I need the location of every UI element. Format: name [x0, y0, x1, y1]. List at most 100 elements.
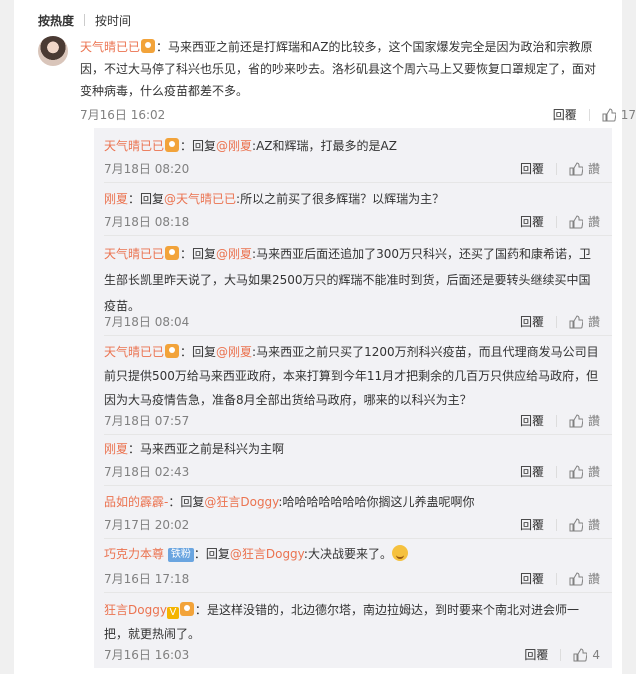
action-divider — [555, 414, 557, 427]
reply-prefix: ： — [194, 603, 207, 617]
reply-prefix: ：回复 — [128, 192, 165, 206]
reply-date: 7月16日 16:03 — [104, 648, 190, 662]
fan-badge-icon — [141, 39, 156, 53]
reply-author[interactable]: 天气晴已已 — [104, 345, 164, 359]
reply-button[interactable]: 回覆 — [520, 160, 544, 177]
reply-text: 狂言Doggy V ：是这样没错的，北边德尔塔，南边拉姆达，到时要来个南北对进会师一… — [104, 598, 600, 646]
sort-separator — [84, 14, 86, 26]
like-label: 讚 — [587, 518, 600, 532]
reply-item: 狂言Doggy V ：是这样没错的，北边德尔塔，南边拉姆达，到时要来个南北对进会师一… — [104, 598, 604, 662]
sort-by-time[interactable]: 按时间 — [95, 12, 131, 29]
like-button[interactable]: 讚 — [569, 213, 600, 230]
reply-divider — [104, 335, 612, 336]
reply-actions: 回覆 4 — [524, 646, 600, 663]
reply-list: 天气晴已已 ：回复@刚夏:AZ和辉瑞，打最多的是AZ 7月18日 08:20 回覆… — [94, 128, 612, 668]
reply-date: 7月18日 07:57 — [104, 414, 190, 428]
like-label: 讚 — [587, 215, 600, 229]
reply-item: 天气晴已已 ：回复@刚夏:马来西亚之前只买了1200万剂科兴疫苗，而且代理商发马公… — [104, 340, 612, 435]
reply-meta: 7月18日 08:20 回覆 讚 — [104, 160, 600, 176]
like-button[interactable]: 讚 — [569, 463, 600, 480]
reply-text: 品如的霹霹-：回复@狂言Doggy:哈哈哈哈哈哈哈你搁这儿养蛊呢啊你 — [104, 492, 600, 512]
reply-actions: 回覆 讚 — [520, 570, 600, 587]
reply-date: 7月18日 08:04 — [104, 315, 190, 329]
thumbs-up-icon — [602, 107, 616, 121]
reply-meta: 7月18日 08:18 回覆 讚 — [104, 213, 600, 229]
sort-by-hot[interactable]: 按热度 — [38, 12, 74, 29]
avatar[interactable] — [38, 36, 68, 66]
comment-actions: 回覆 17 — [553, 106, 636, 123]
reply-prefix: ：回复 — [180, 345, 217, 359]
action-divider — [555, 215, 557, 228]
reply-divider — [104, 592, 612, 593]
like-count: 17 — [620, 107, 636, 122]
reply-mention[interactable]: @刚夏 — [216, 139, 252, 153]
reply-actions: 回覆 讚 — [520, 516, 600, 533]
reply-mention[interactable]: @刚夏 — [216, 247, 252, 261]
reply-button[interactable]: 回覆 — [520, 412, 544, 429]
reply-body: :哈哈哈哈哈哈哈你搁这儿养蛊呢啊你 — [278, 495, 475, 509]
like-button[interactable]: 讚 — [569, 516, 600, 533]
reply-author[interactable]: 巧克力本尊 — [104, 547, 164, 561]
reply-button[interactable]: 回覆 — [520, 463, 544, 480]
reply-mention[interactable]: @刚夏 — [216, 345, 252, 359]
reply-body: :AZ和辉瑞，打最多的是AZ — [252, 139, 397, 153]
like-label: 讚 — [587, 572, 600, 586]
reply-author[interactable]: 天气晴已已 — [104, 139, 164, 153]
like-button[interactable]: 4 — [573, 648, 600, 662]
reply-button[interactable]: 回覆 — [553, 106, 577, 123]
like-button[interactable]: 17 — [602, 108, 636, 122]
reply-meta: 7月18日 08:04 回覆 讚 — [104, 313, 600, 329]
like-button[interactable]: 讚 — [569, 160, 600, 177]
reply-meta: 7月18日 02:43 回覆 讚 — [104, 463, 600, 479]
action-divider — [555, 572, 557, 585]
reply-author[interactable]: 刚夏 — [104, 442, 128, 456]
reply-mention[interactable]: @天气晴已已 — [164, 192, 236, 206]
reply-item: 品如的霹霹-：回复@狂言Doggy:哈哈哈哈哈哈哈你搁这儿养蛊呢啊你 7月17日… — [104, 492, 612, 539]
reply-mention[interactable]: @狂言Doggy — [204, 495, 278, 509]
reply-item: 天气晴已已 ：回复@刚夏:马来西亚后面还追加了300万只科兴，还买了国药和康希诺，… — [104, 241, 612, 336]
reply-body: :所以之前买了很多辉瑞？以辉瑞为主？ — [236, 192, 445, 206]
reply-button[interactable]: 回覆 — [520, 213, 544, 230]
reply-prefix: ：回复 — [180, 247, 217, 261]
like-button[interactable]: 讚 — [569, 412, 600, 429]
action-divider — [588, 108, 590, 121]
like-label: 讚 — [587, 315, 600, 329]
reply-button[interactable]: 回覆 — [520, 516, 544, 533]
reply-prefix: ： — [128, 442, 141, 456]
reply-prefix: ：回复 — [180, 139, 217, 153]
reply-author[interactable]: 刚夏 — [104, 192, 128, 206]
thumbs-up-icon — [569, 161, 583, 175]
reply-text: 天气晴已已 ：回复@刚夏:AZ和辉瑞，打最多的是AZ — [104, 136, 600, 156]
reply-divider — [104, 485, 612, 486]
verified-badge-icon: V — [166, 607, 179, 619]
reply-author[interactable]: 天气晴已已 — [104, 247, 164, 261]
like-label: 4 — [592, 647, 600, 662]
reply-actions: 回覆 讚 — [520, 313, 600, 330]
thumbs-up-icon — [569, 413, 583, 427]
thumbs-up-icon — [569, 314, 583, 328]
reply-author[interactable]: 品如的霹霹- — [104, 495, 168, 509]
reply-item: 天气晴已已 ：回复@刚夏:AZ和辉瑞，打最多的是AZ 7月18日 08:20 回覆… — [104, 136, 612, 183]
sort-bar: 按热度 按时间 — [38, 10, 131, 30]
reply-date: 7月18日 08:20 — [104, 162, 190, 176]
fan-badge-icon — [165, 138, 180, 152]
fan-tag: 铁粉 — [167, 548, 194, 562]
reply-author[interactable]: 狂言Doggy — [104, 603, 167, 617]
reply-body: :大决战要来了。 — [303, 547, 392, 561]
reply-button[interactable]: 回覆 — [520, 570, 544, 587]
comment-author[interactable]: 天气晴已已 — [80, 40, 140, 54]
fan-badge-icon — [165, 246, 180, 260]
main-comment-text: 天气晴已已 ：马来西亚之前还是打辉瑞和AZ的比较多，这个国家爆发完全是因为政治和宗… — [80, 36, 600, 102]
like-button[interactable]: 讚 — [569, 313, 600, 330]
thumbs-up-icon — [569, 517, 583, 531]
action-divider — [560, 648, 562, 661]
comment-body: ：马来西亚之前还是打辉瑞和AZ的比较多，这个国家爆发完全是因为政治和宗教原因，不… — [80, 40, 597, 98]
reply-actions: 回覆 讚 — [520, 213, 600, 230]
reply-text: 刚夏：回复@天气晴已已:所以之前买了很多辉瑞？以辉瑞为主？ — [104, 189, 600, 209]
reply-button[interactable]: 回覆 — [520, 313, 544, 330]
reply-button[interactable]: 回覆 — [524, 646, 548, 663]
like-button[interactable]: 讚 — [569, 570, 600, 587]
reply-mention[interactable]: @狂言Doggy — [230, 547, 304, 561]
reply-date: 7月16日 17:18 — [104, 572, 190, 586]
reply-text: 巧克力本尊 铁粉 ：回复@狂言Doggy:大决战要来了。 — [104, 544, 600, 564]
